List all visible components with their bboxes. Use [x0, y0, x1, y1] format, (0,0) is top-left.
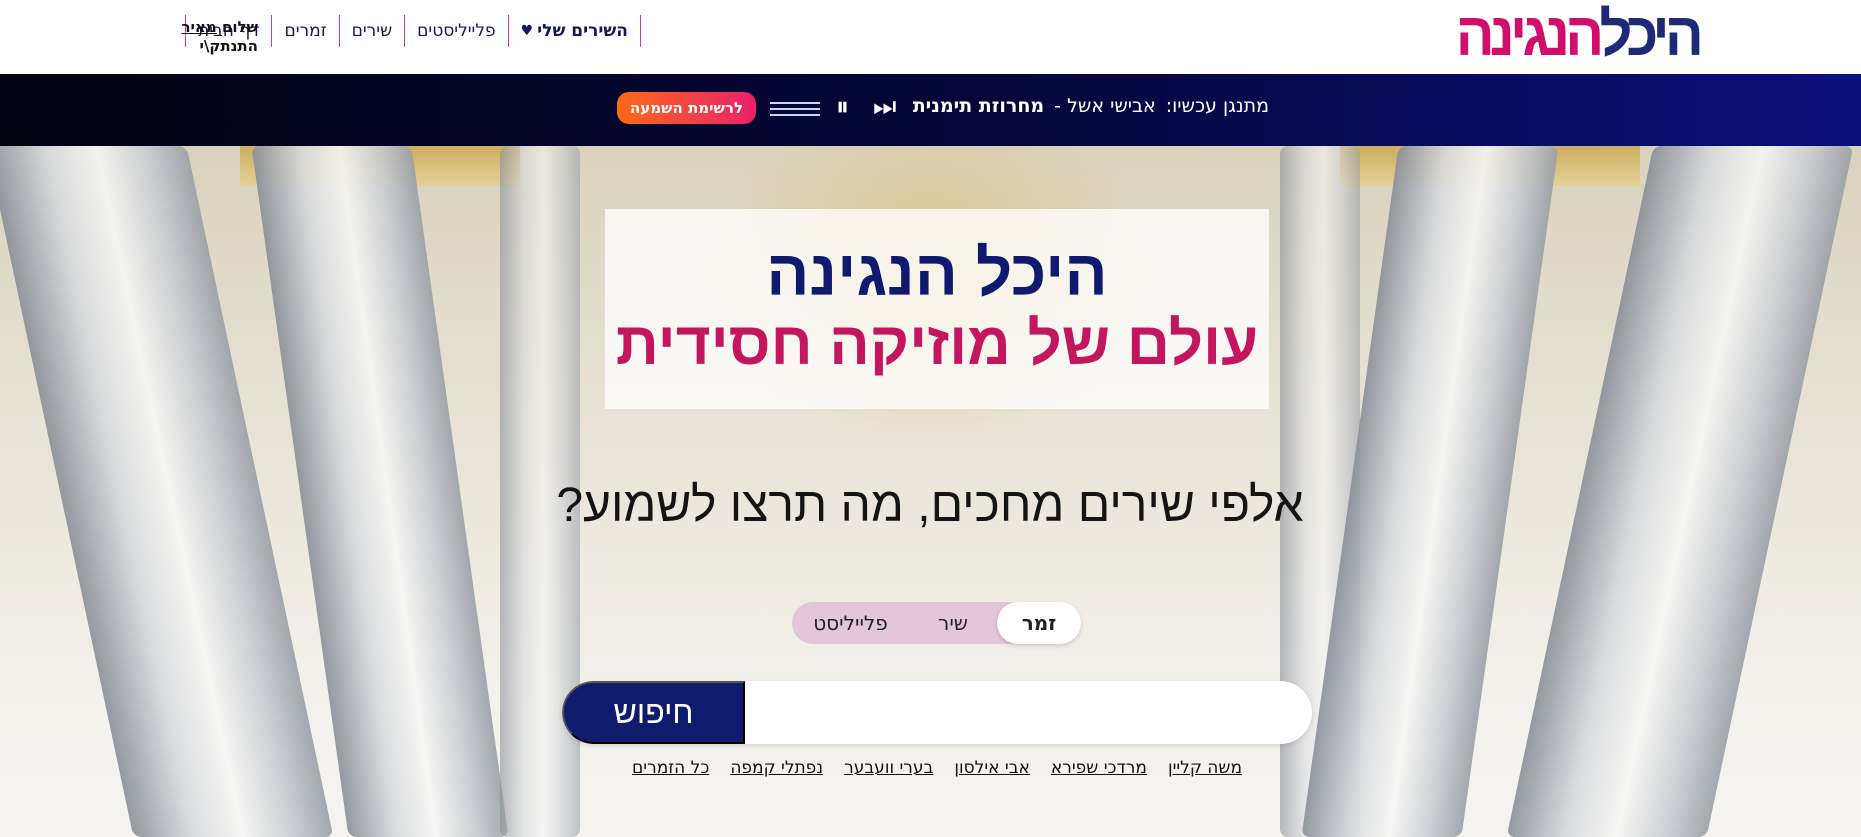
nav-songs[interactable]: שירים [340, 21, 405, 41]
hero-title: היכל הנגינה [766, 237, 1108, 309]
now-playing-song: מחרוזת תימנית [912, 95, 1045, 117]
logo-part-heichal: היכל [1599, 0, 1704, 69]
skip-icon[interactable]: ⏭ [873, 94, 897, 120]
logout-link[interactable]: התנתק\י [199, 37, 258, 55]
search-button[interactable]: חיפוש [562, 681, 745, 744]
search-input[interactable] [746, 681, 1312, 744]
quick-link[interactable]: מרדכי שפירא [1051, 758, 1147, 778]
my-songs-label: השירים שלי [537, 21, 628, 41]
quick-link[interactable]: נפתלי קמפה [730, 758, 823, 778]
search-type-tabs: זמר שיר פלייליסט [792, 602, 1081, 644]
greeting-text: שלום [221, 18, 258, 36]
user-name-link[interactable]: מאיר [181, 18, 216, 36]
tab-song[interactable]: שיר [909, 602, 997, 644]
nav-my-songs[interactable]: השירים שלי ♥ [509, 21, 640, 41]
site-logo[interactable]: היכל הנגינה [1455, 0, 1704, 69]
menu-divider [507, 15, 509, 47]
menu-divider [338, 15, 340, 47]
top-navigation: היכל הנגינה דף הבית זמרים שירים פלייליסטי… [0, 0, 1861, 74]
pause-icon[interactable]: ⏸ [836, 94, 849, 120]
decorative-column [1506, 146, 1854, 837]
menu-divider [404, 15, 406, 47]
quick-link[interactable]: אבי אילסון [954, 758, 1030, 778]
quick-link[interactable]: בערי וועבער [844, 758, 933, 778]
hero-section: היכל הנגינה עולם של מוזיקה חסידית אלפי ש… [0, 146, 1861, 837]
now-playing-info: מתנגן עכשיו: אבישי אשל - מחרוזת תימנית [913, 95, 1269, 117]
heart-icon: ♥ [520, 23, 534, 39]
hero-question: אלפי שירים מחכים, מה תרצו לשמוע? [556, 479, 1304, 532]
now-playing-artist: אבישי אשל - [1054, 95, 1156, 117]
now-playing-label: מתנגן עכשיו: [1165, 95, 1269, 117]
nav-playlists[interactable]: פלייליסטים [405, 21, 507, 41]
listen-list-button[interactable]: לרשימת השמעה [617, 92, 756, 124]
quick-link-all-singers[interactable]: כל הזמרים [632, 758, 709, 778]
menu-divider [639, 15, 641, 47]
now-playing-bar: מתנגן עכשיו: אבישי אשל - מחרוזת תימנית ⏭… [0, 74, 1861, 219]
menu-divider [271, 15, 273, 47]
equalizer-icon [770, 102, 820, 116]
tab-singer[interactable]: זמר [997, 602, 1081, 644]
logo-part-haneginah: הנגינה [1455, 0, 1605, 69]
hero-subtitle: עולם של מוזיקה חסידית [615, 310, 1259, 377]
quick-link[interactable]: משה קליין [1168, 758, 1242, 778]
user-greeting: שלום מאיר התנתק\י [178, 18, 258, 56]
quick-singer-links: משה קליין מרדכי שפירא אבי אילסון בערי וו… [632, 758, 1242, 778]
nav-singers[interactable]: זמרים [272, 21, 338, 41]
search-bar: חיפוש [562, 681, 1312, 744]
tab-playlist[interactable]: פלייליסט [792, 602, 909, 644]
